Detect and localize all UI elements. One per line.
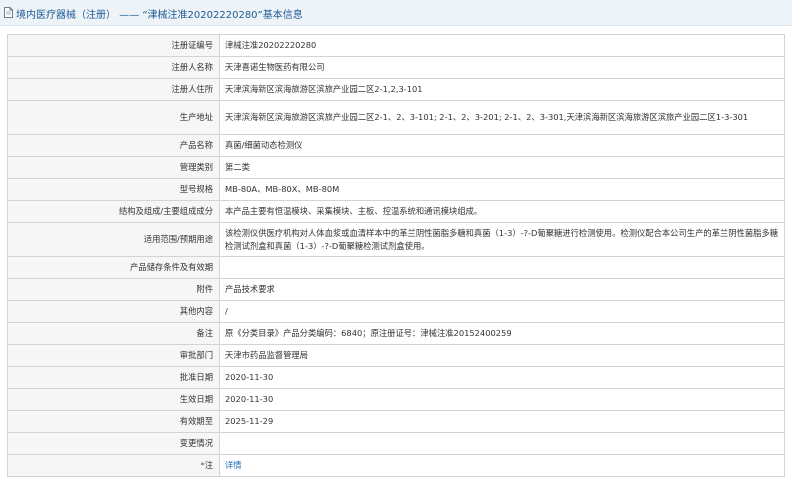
row-value <box>219 432 785 455</box>
row-value: 真菌/细菌动态检测仪 <box>219 134 785 157</box>
table-row-attachment: 附件 产品技术要求 <box>7 278 785 301</box>
row-value: 本产品主要有恒温模块、采集模块、主板、控温系统和通讯模块组成。 <box>219 200 785 223</box>
row-value: 天津市药品监督管理局 <box>219 344 785 367</box>
row-label: 审批部门 <box>7 344 220 367</box>
table-row-registrant-address: 注册人住所 天津滨海新区滨海旅游区滨旅产业园二区2-1,2,3-101 <box>7 78 785 101</box>
row-label: 型号规格 <box>7 178 220 201</box>
table-row-remarks: 备注 原《分类目录》产品分类编码：6840；原注册证号：津械注准20152400… <box>7 322 785 345</box>
row-label: 其他内容 <box>7 300 220 323</box>
table-row-registration-number: 注册证编号 津械注准20202220280 <box>7 34 785 57</box>
info-table-container: 注册证编号 津械注准20202220280 注册人名称 天津喜诺生物医药有限公司… <box>7 34 785 477</box>
note-label: 注 <box>204 460 213 470</box>
row-label: 注册证编号 <box>7 34 220 57</box>
row-value: 产品技术要求 <box>219 278 785 301</box>
title-prefix: 境内医疗器械（注册） <box>16 10 116 21</box>
table-row-other-content: 其他内容 / <box>7 300 785 323</box>
table-row-production-address: 生产地址 天津滨海新区滨海旅游区滨旅产业园二区2-1、2、3-101; 2-1、… <box>7 100 785 135</box>
title-main: “津械注准20202220280”基本信息 <box>142 10 303 21</box>
row-label: 结构及组成/主要组成成分 <box>7 200 220 223</box>
row-label: *注 <box>7 454 220 477</box>
row-value <box>219 256 785 279</box>
row-value: 天津滨海新区滨海旅游区滨旅产业园二区2-1、2、3-101; 2-1、2、3-2… <box>219 100 785 135</box>
row-label: 产品储存条件及有效期 <box>7 256 220 279</box>
table-row-approval-date: 批准日期 2020-11-30 <box>7 366 785 389</box>
table-row-change-status: 变更情况 <box>7 432 785 455</box>
document-icon <box>4 7 13 18</box>
table-row-product-name: 产品名称 真菌/细菌动态检测仪 <box>7 134 785 157</box>
row-label: 注册人名称 <box>7 56 220 79</box>
page-title: 境内医疗器械（注册） —— “津械注准20202220280”基本信息 <box>16 6 303 21</box>
row-label: 适用范围/预期用途 <box>7 222 220 257</box>
row-label: 附件 <box>7 278 220 301</box>
row-label: 备注 <box>7 322 220 345</box>
row-value: MB-80A、MB-80X、MB-80M <box>219 178 785 201</box>
table-row-storage-validity: 产品储存条件及有效期 <box>7 256 785 279</box>
table-row-structure-composition: 结构及组成/主要组成成分 本产品主要有恒温模块、采集模块、主板、控温系统和通讯模… <box>7 200 785 223</box>
info-table: 注册证编号 津械注准20202220280 注册人名称 天津喜诺生物医药有限公司… <box>7 34 785 477</box>
row-value: 第二类 <box>219 156 785 179</box>
details-link[interactable]: 详情 <box>225 460 242 470</box>
table-row-note: *注 详情 <box>7 454 785 477</box>
row-value: 该检测仪供医疗机构对人体血浆或血清样本中的革兰阴性菌脂多糖和真菌（1-3）-?-… <box>219 222 785 257</box>
row-label: 有效期至 <box>7 410 220 433</box>
table-row-model-spec: 型号规格 MB-80A、MB-80X、MB-80M <box>7 178 785 201</box>
row-value: 津械注准20202220280 <box>219 34 785 57</box>
table-row-intended-use: 适用范围/预期用途 该检测仪供医疗机构对人体血浆或血清样本中的革兰阴性菌脂多糖和… <box>7 222 785 257</box>
row-label: 变更情况 <box>7 432 220 455</box>
table-row-approval-department: 审批部门 天津市药品监督管理局 <box>7 344 785 367</box>
row-value: 2025-11-29 <box>219 410 785 433</box>
row-label: 注册人住所 <box>7 78 220 101</box>
row-value: 天津喜诺生物医药有限公司 <box>219 56 785 79</box>
table-row-effective-date: 生效日期 2020-11-30 <box>7 388 785 411</box>
row-value: 2020-11-30 <box>219 388 785 411</box>
title-separator: —— <box>119 10 140 21</box>
row-value: / <box>219 300 785 323</box>
table-row-valid-until: 有效期至 2025-11-29 <box>7 410 785 433</box>
table-row-management-category: 管理类别 第二类 <box>7 156 785 179</box>
row-value: 详情 <box>219 454 785 477</box>
table-row-registrant-name: 注册人名称 天津喜诺生物医药有限公司 <box>7 56 785 79</box>
row-label: 生产地址 <box>7 100 220 135</box>
row-label: 生效日期 <box>7 388 220 411</box>
row-value: 2020-11-30 <box>219 366 785 389</box>
row-label: 批准日期 <box>7 366 220 389</box>
row-value: 原《分类目录》产品分类编码：6840；原注册证号：津械注准20152400259 <box>219 322 785 345</box>
page-header: 境内医疗器械（注册） —— “津械注准20202220280”基本信息 <box>0 0 792 26</box>
row-label: 管理类别 <box>7 156 220 179</box>
row-label: 产品名称 <box>7 134 220 157</box>
row-value: 天津滨海新区滨海旅游区滨旅产业园二区2-1,2,3-101 <box>219 78 785 101</box>
